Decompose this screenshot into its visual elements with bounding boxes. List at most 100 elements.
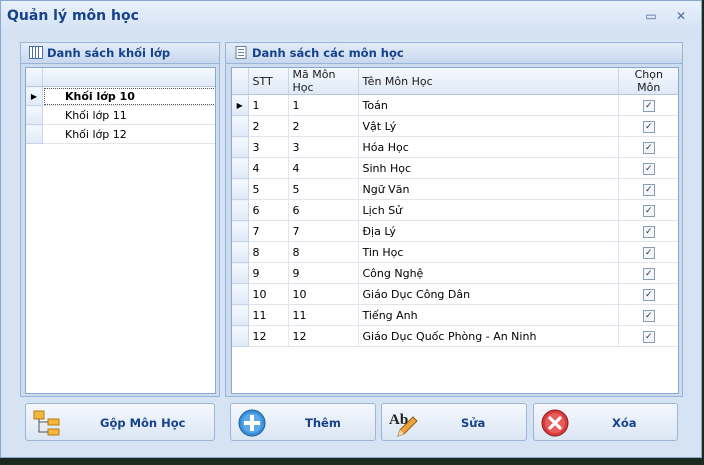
subject-name[interactable]: Tin Học [358, 241, 619, 263]
subject-code[interactable]: 10 [288, 283, 359, 305]
delete-button[interactable]: Xóa [533, 403, 678, 441]
merge-subjects-button[interactable]: Gộp Môn Học [25, 403, 215, 441]
subject-stt[interactable]: 2 [248, 115, 289, 137]
subject-select-cell: ✓ [618, 325, 678, 347]
minimize-button[interactable]: ▭ [644, 10, 658, 22]
subject-stt[interactable]: 9 [248, 262, 289, 284]
subject-stt[interactable]: 7 [248, 220, 289, 242]
subject-row[interactable]: 8 8 Tin Học ✓ [232, 241, 678, 263]
subject-code[interactable]: 12 [288, 325, 359, 347]
subject-code[interactable]: 8 [288, 241, 359, 263]
subject-stt[interactable]: 4 [248, 157, 289, 179]
column-header-code[interactable]: Mã Môn Học [288, 68, 359, 95]
select-checkbox[interactable]: ✓ [642, 184, 655, 196]
column-header-stt[interactable]: STT [248, 68, 289, 95]
edit-button[interactable]: Ab Sửa [381, 403, 527, 441]
subject-row[interactable]: 9 9 Công Nghệ ✓ [232, 262, 678, 284]
subject-code[interactable]: 7 [288, 220, 359, 242]
window-title: Quản lý môn học [7, 8, 139, 24]
subject-stt[interactable]: 1 [248, 94, 289, 116]
subject-name[interactable]: Hóa Học [358, 136, 619, 158]
subject-name[interactable]: Lịch Sử [358, 199, 619, 221]
subject-code[interactable]: 5 [288, 178, 359, 200]
select-checkbox[interactable]: ✓ [642, 205, 655, 217]
subject-name[interactable]: Giáo Dục Công Dân [358, 283, 619, 305]
close-button[interactable]: ✕ [674, 10, 688, 22]
subject-select-cell: ✓ [618, 304, 678, 326]
subject-name[interactable]: Vật Lý [358, 115, 619, 137]
subject-list-title: Danh sách các môn học [252, 46, 404, 60]
subject-row[interactable]: ▶ 1 1 Toán ✓ [232, 94, 678, 116]
subject-code[interactable]: 2 [288, 115, 359, 137]
edit-label: Sửa [461, 416, 486, 430]
subject-name[interactable]: Công Nghệ [358, 262, 619, 284]
column-header-select[interactable]: Chọn Môn [618, 68, 678, 95]
select-checkbox[interactable]: ✓ [642, 310, 655, 322]
subject-row[interactable]: 5 5 Ngữ Văn ✓ [232, 178, 678, 200]
subject-grid[interactable]: STT Mã Môn Học Tên Môn Học Chọn Môn ▶ 1 1 T… [231, 67, 679, 394]
select-checkbox[interactable]: ✓ [642, 331, 655, 343]
subject-select-cell: ✓ [618, 157, 678, 179]
subject-select-cell: ✓ [618, 178, 678, 200]
subject-row[interactable]: 3 3 Hóa Học ✓ [232, 136, 678, 158]
subject-code[interactable]: 9 [288, 262, 359, 284]
document-icon [235, 46, 247, 59]
select-checkbox[interactable]: ✓ [642, 163, 655, 175]
subject-code[interactable]: 6 [288, 199, 359, 221]
subject-select-cell: ✓ [618, 241, 678, 263]
row-indicator: ▶ [232, 94, 249, 116]
edit-pencil-icon: Ab [389, 412, 418, 437]
subject-list-header: Danh sách các môn học [226, 43, 682, 64]
subject-name[interactable]: Ngữ Văn [358, 178, 619, 200]
class-grid[interactable]: ▶ Khối lớp 10 Khối lớp 11 Khối lớp 12 [25, 67, 216, 394]
subject-row[interactable]: 6 6 Lịch Sử ✓ [232, 199, 678, 221]
subject-row[interactable]: 12 12 Giáo Dục Quốc Phòng - An Ninh ✓ [232, 325, 678, 347]
subject-row[interactable]: 7 7 Địa Lý ✓ [232, 220, 678, 242]
class-list-panel: Danh sách khối lớp ▶ Khối lớp 10 Khối lớp … [20, 42, 220, 397]
subject-code[interactable]: 1 [288, 94, 359, 116]
select-checkbox[interactable]: ✓ [642, 142, 655, 154]
subject-stt[interactable]: 3 [248, 136, 289, 158]
add-button[interactable]: Thêm [230, 403, 376, 441]
subject-name[interactable]: Sinh Học [358, 157, 619, 179]
subject-name[interactable]: Tiếng Anh [358, 304, 619, 326]
row-indicator [232, 178, 249, 200]
class-name[interactable]: Khối lớp 11 [42, 105, 215, 125]
subject-row[interactable]: 11 11 Tiếng Anh ✓ [232, 304, 678, 326]
subject-name[interactable]: Địa Lý [358, 220, 619, 242]
subject-row[interactable]: 2 2 Vật Lý ✓ [232, 115, 678, 137]
select-checkbox[interactable]: ✓ [642, 289, 655, 301]
select-checkbox[interactable]: ✓ [642, 100, 655, 112]
select-checkbox[interactable]: ✓ [642, 268, 655, 280]
class-row[interactable]: Khối lớp 12 [26, 124, 215, 144]
subject-code[interactable]: 11 [288, 304, 359, 326]
subject-name[interactable]: Giáo Dục Quốc Phòng - An Ninh [358, 325, 619, 347]
subject-select-cell: ✓ [618, 94, 678, 116]
subject-name[interactable]: Toán [358, 94, 619, 116]
select-checkbox[interactable]: ✓ [642, 247, 655, 259]
class-row[interactable]: Khối lớp 11 [26, 105, 215, 125]
subject-row[interactable]: 4 4 Sinh Học ✓ [232, 157, 678, 179]
subject-code[interactable]: 4 [288, 157, 359, 179]
hierarchy-icon [33, 410, 60, 436]
subject-stt[interactable]: 12 [248, 325, 289, 347]
select-checkbox[interactable]: ✓ [642, 121, 655, 133]
row-indicator [26, 105, 43, 125]
subject-stt[interactable]: 11 [248, 304, 289, 326]
subject-stt[interactable]: 6 [248, 199, 289, 221]
delete-x-icon [541, 409, 569, 437]
select-checkbox[interactable]: ✓ [642, 226, 655, 238]
subject-stt[interactable]: 8 [248, 241, 289, 263]
subject-code[interactable]: 3 [288, 136, 359, 158]
class-table-header [26, 68, 215, 87]
class-row[interactable]: ▶ Khối lớp 10 [26, 86, 215, 106]
subject-select-cell: ✓ [618, 199, 678, 221]
subject-row[interactable]: 10 10 Giáo Dục Công Dân ✓ [232, 283, 678, 305]
subject-stt[interactable]: 10 [248, 283, 289, 305]
subject-stt[interactable]: 5 [248, 178, 289, 200]
row-indicator: ▶ [26, 86, 43, 106]
grid-icon [29, 46, 43, 59]
class-name[interactable]: Khối lớp 12 [42, 124, 215, 144]
column-header-name[interactable]: Tên Môn Học [358, 68, 619, 95]
class-name[interactable]: Khối lớp 10 [42, 86, 215, 106]
